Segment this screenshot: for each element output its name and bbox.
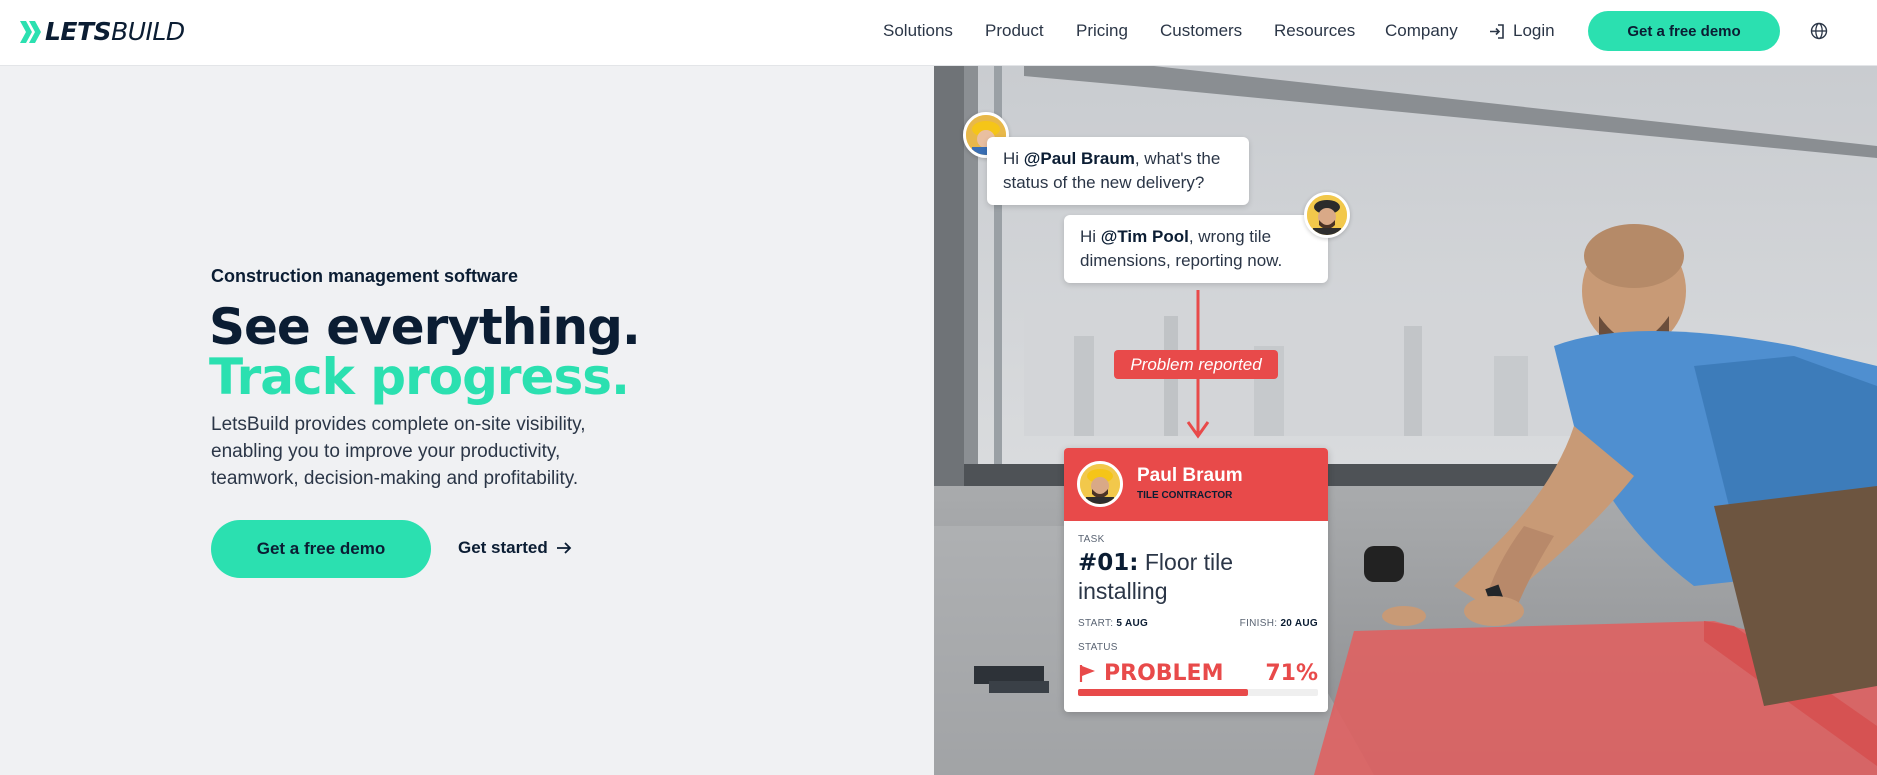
task-card-avatar xyxy=(1077,461,1123,507)
get-started-link[interactable]: Get started xyxy=(458,536,572,560)
nav-customers[interactable]: Customers xyxy=(1160,20,1242,42)
nav-resources[interactable]: Resources xyxy=(1274,20,1355,42)
status-value: PROBLEM xyxy=(1104,660,1224,686)
task-card[interactable]: Paul Braum TILE CONTRACTOR TASK #01: Flo… xyxy=(1064,448,1328,712)
nav-company[interactable]: Company xyxy=(1385,20,1458,42)
chat-message-1: Hi @Paul Braum, what's the status of the… xyxy=(987,137,1249,205)
login-label: Login xyxy=(1513,21,1555,40)
mention-paul[interactable]: @Paul Braum xyxy=(1024,149,1135,168)
task-title: #01: Floor tile installing xyxy=(1078,548,1318,605)
globe-icon[interactable] xyxy=(1810,22,1828,40)
get-started-label: Get started xyxy=(458,538,548,557)
logo-wordmark: LETSBUILD xyxy=(45,17,185,46)
nav-pricing[interactable]: Pricing xyxy=(1076,20,1128,42)
nav-solutions[interactable]: Solutions xyxy=(883,20,953,42)
hero-description: LetsBuild provides complete on-site visi… xyxy=(211,414,586,489)
avatar-paul-braum xyxy=(1304,192,1350,238)
chat-message-2: Hi @Tim Pool, wrong tile dimensions, rep… xyxy=(1064,215,1328,283)
progress-percent: 71% xyxy=(1265,660,1318,686)
progress-bar-fill xyxy=(1078,689,1249,696)
nav-product[interactable]: Product xyxy=(985,20,1044,42)
login-link[interactable]: Login xyxy=(1488,20,1555,42)
hero-demo-button[interactable]: Get a free demo xyxy=(211,520,431,578)
flag-icon xyxy=(1079,665,1095,682)
chevrons-logo-icon xyxy=(20,21,41,43)
hero-eyebrow: Construction management software xyxy=(211,266,519,286)
letsbuild-logo[interactable]: LETSBUILD xyxy=(20,18,185,46)
problem-reported-label: Problem reported xyxy=(1114,350,1278,379)
nav-demo-button[interactable]: Get a free demo xyxy=(1588,11,1780,51)
task-number: #01: xyxy=(1078,550,1139,576)
start-date: START: 5 AUG xyxy=(1078,618,1149,629)
task-card-role: TILE CONTRACTOR xyxy=(1137,490,1233,501)
status-row: PROBLEM 71% xyxy=(1078,658,1318,688)
status-label: STATUS xyxy=(1078,642,1118,653)
arrow-right-icon xyxy=(556,542,572,554)
task-card-header: Paul Braum TILE CONTRACTOR xyxy=(1064,448,1328,521)
top-nav: LETSBUILD Solutions Product Pricing Cust… xyxy=(0,0,1877,66)
hero-title-line2: Track progress. xyxy=(209,348,630,406)
hero-title-line1: See everything. xyxy=(209,298,641,356)
task-card-name: Paul Braum xyxy=(1137,465,1243,486)
mention-tim[interactable]: @Tim Pool xyxy=(1101,227,1189,246)
task-label: TASK xyxy=(1078,534,1105,545)
progress-bar xyxy=(1078,689,1318,696)
finish-date: FINISH: 20 AUG xyxy=(1239,618,1318,629)
login-icon xyxy=(1490,23,1504,39)
